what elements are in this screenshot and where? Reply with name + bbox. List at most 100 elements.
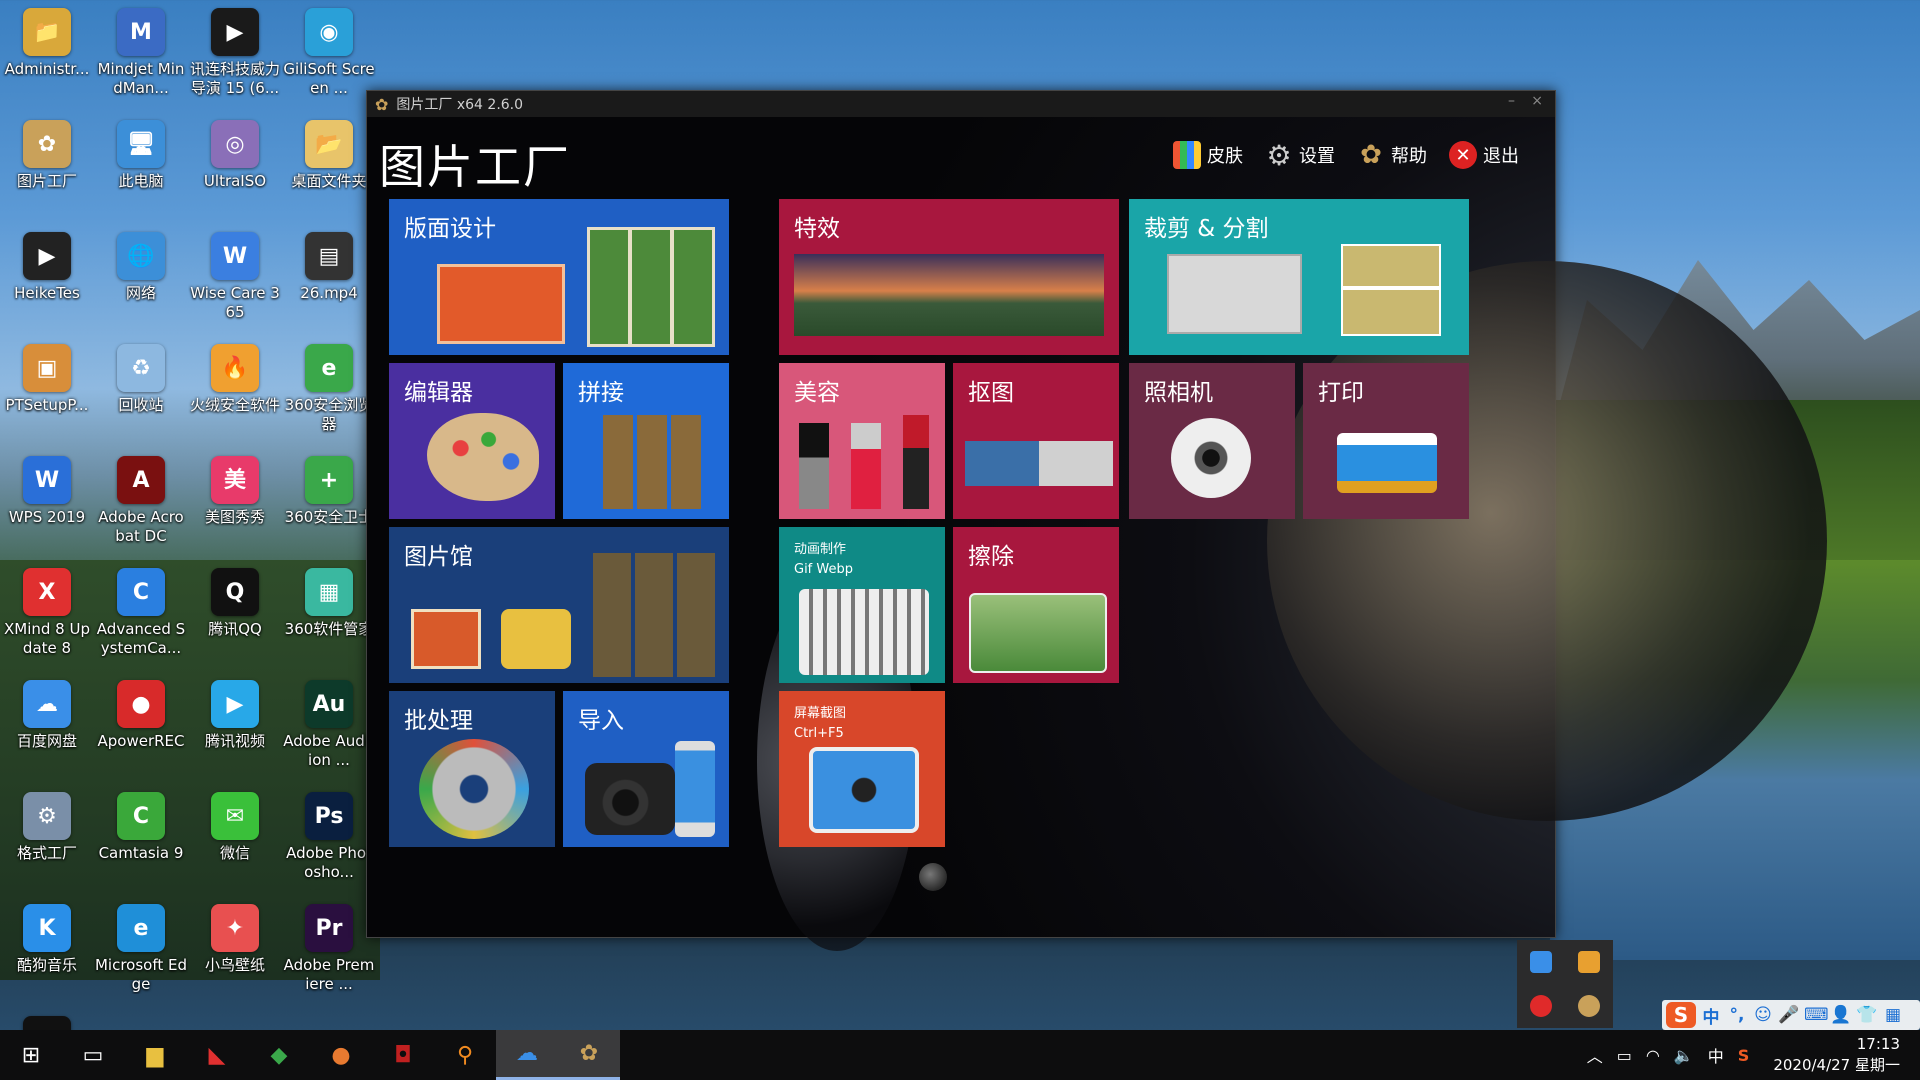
tile-cutout[interactable]: 抠图 [953,363,1119,519]
desktop-icon[interactable]: e 360安全浏览器 [282,336,376,446]
desktop-icon-label: 26.mp4 [300,284,358,302]
start-button[interactable]: ⊞ [0,1030,62,1080]
desktop-icon[interactable]: C Camtasia 9 [94,784,188,894]
taskbar-search-app[interactable]: ⚲ [434,1030,496,1080]
desktop-icon[interactable]: ♻ 回收站 [94,336,188,446]
ime-mode[interactable]: 中 [1700,1003,1722,1028]
window-titlebar[interactable]: ✿ 图片工厂 x64 2.6.0 – × [367,91,1555,117]
desktop-icon[interactable]: ● ApowerREC [94,672,188,782]
desktop-icon[interactable]: Pr Adobe Premiere ... [282,896,376,1006]
chevron-up-icon[interactable]: ︿ [1587,1043,1603,1067]
taskbar-baidu-netdisk[interactable]: ☁ [496,1030,558,1080]
volume-icon[interactable]: 🔈 [1674,1046,1694,1065]
desktop-icon[interactable]: ▶ 腾讯视频 [188,672,282,782]
desktop-icon[interactable]: 🖥 此电脑 [94,112,188,222]
keyboard-icon[interactable]: ⌨ [1804,1005,1829,1025]
clock[interactable]: 17:13 2020/4/27 星期一 [1773,1034,1900,1076]
tile-screenshot[interactable]: 屏幕截图 Ctrl+F5 [779,691,945,847]
desktop-icon[interactable]: ▶ 讯连科技威力导演 15 (6... [188,0,282,110]
microphone-icon[interactable]: 🎤 [1778,1005,1800,1025]
desktop-icon[interactable]: 美美图秀秀 [188,448,282,558]
record-tray-icon[interactable] [1530,995,1552,1017]
desktop-app-icon: ✦ [211,904,259,952]
desktop-icon[interactable]: ▦ 360软件管家 [282,560,376,670]
exit-button[interactable]: ✕ 退出 [1449,141,1519,169]
desktop-icon[interactable]: Au Adobe Audition ... [282,672,376,782]
desktop-app-icon: 🖥 [117,120,165,168]
desktop-icon[interactable]: Q 腾讯QQ [188,560,282,670]
close-icon[interactable]: × [1531,93,1543,109]
battery-icon[interactable]: ▭ [1617,1046,1632,1065]
tile-gallery[interactable]: 图片馆 [389,527,729,683]
desktop-icon-label: 360安全浏览器 [284,396,374,433]
desktop-icon[interactable]: ☁ 百度网盘 [0,672,94,782]
sogou-ime-icon[interactable]: S [1666,1002,1696,1028]
desktop-icon[interactable]: ▶ HeikeTes [0,224,94,334]
taskbar-app-3[interactable]: ● [310,1030,372,1080]
desktop-icon[interactable]: A Adobe Acrobat DC [94,448,188,558]
desktop-icon[interactable]: ◎ UltraISO [188,112,282,222]
desktop-app-icon: ✉ [211,792,259,840]
desktop-icon[interactable]: ▣ PTSetupP... [0,336,94,446]
skin-button[interactable]: 皮肤 [1173,141,1243,169]
tile-stitch[interactable]: 拼接 [563,363,729,519]
desktop-icon[interactable]: ⚙ 格式工厂 [0,784,94,894]
tile-animation[interactable]: 动画制作 Gif Webp [779,527,945,683]
desktop-app-icon: ◎ [211,120,259,168]
taskbar-app-1[interactable]: ◣ [186,1030,248,1080]
folder-tray-icon[interactable] [1578,951,1600,973]
desktop-icon[interactable]: X XMind 8 Update 8 [0,560,94,670]
tile-print[interactable]: 打印 [1303,363,1469,519]
tile-beauty[interactable]: 美容 [779,363,945,519]
emoji-icon[interactable]: ☺ [1752,1005,1774,1025]
sogou-tray-icon[interactable]: S [1738,1046,1750,1065]
desktop-icon[interactable]: M Mindjet MindMan... [94,0,188,110]
help-button[interactable]: ✿ 帮助 [1357,140,1427,170]
tile-erase[interactable]: 擦除 [953,527,1119,683]
baidu-netdisk-tray-icon[interactable] [1530,951,1552,973]
desktop-app-icon: ▦ [305,568,353,616]
play-flag-icon: ◣ [208,1042,226,1068]
desktop-icon[interactable]: 🌐 网络 [94,224,188,334]
taskbar-app-4[interactable]: ◘ [372,1030,434,1080]
taskbar-app-2[interactable]: ◆ [248,1030,310,1080]
tile-import[interactable]: 导入 [563,691,729,847]
picture-factory-tray-icon[interactable] [1578,995,1600,1017]
desktop-icon[interactable]: W Wise Care 365 [188,224,282,334]
tile-crop-split[interactable]: 裁剪 & 分割 [1129,199,1469,355]
minimize-icon[interactable]: – [1508,93,1515,109]
desktop-icon[interactable]: +360安全卫士 [282,448,376,558]
desktop-icon[interactable]: W WPS 2019 [0,448,94,558]
desktop-icon[interactable]: K 酷狗音乐 [0,896,94,1006]
desktop-icon[interactable]: Ps Adobe Photosho... [282,784,376,894]
punctuation-icon[interactable]: °, [1726,1005,1748,1025]
tile-batch[interactable]: 批处理 [389,691,555,847]
grid-menu-icon[interactable]: ▦ [1882,1005,1904,1025]
desktop-icon[interactable]: e Microsoft Edge [94,896,188,1006]
tray-ime-lang[interactable]: 中 [1708,1043,1724,1067]
skin-shirt-icon[interactable]: 👕 [1856,1005,1878,1025]
desktop-icon[interactable]: ✦ 小鸟壁纸 [188,896,282,1006]
desktop-icon[interactable]: 📂 桌面文件夹 [282,112,376,222]
task-view-button[interactable]: ▭ [62,1030,124,1080]
desktop-icon[interactable]: C Advanced SystemCa... [94,560,188,670]
task-view-icon: ▭ [82,1042,104,1068]
tile-layout-design[interactable]: 版面设计 [389,199,729,355]
tile-editor[interactable]: 编辑器 [389,363,555,519]
desktop-icon[interactable]: ✉ 微信 [188,784,282,894]
app-title: 图片工厂 [379,140,571,194]
tile-camera[interactable]: 照相机 [1129,363,1295,519]
desktop-icon[interactable]: ◉ GiliSoft Screen ... [282,0,376,110]
tile-effects[interactable]: 特效 [779,199,1119,355]
wifi-icon[interactable]: ◠ [1646,1046,1660,1065]
desktop-icon-label: 360软件管家 [284,620,374,638]
settings-button[interactable]: ⚙ 设置 [1265,139,1335,172]
user-icon[interactable]: 👤 [1830,1005,1852,1025]
app-logo-icon: ✿ [375,94,389,114]
desktop-icon[interactable]: ▤ 26.mp4 [282,224,376,334]
desktop-icon[interactable]: 📁 Administr... [0,0,94,110]
desktop-icon[interactable]: 🔥 火绒安全软件 [188,336,282,446]
desktop-icon[interactable]: ✿ 图片工厂 [0,112,94,222]
taskbar-picture-factory[interactable]: ✿ [558,1030,620,1080]
taskbar-file-explorer[interactable]: ▆ [124,1030,186,1080]
